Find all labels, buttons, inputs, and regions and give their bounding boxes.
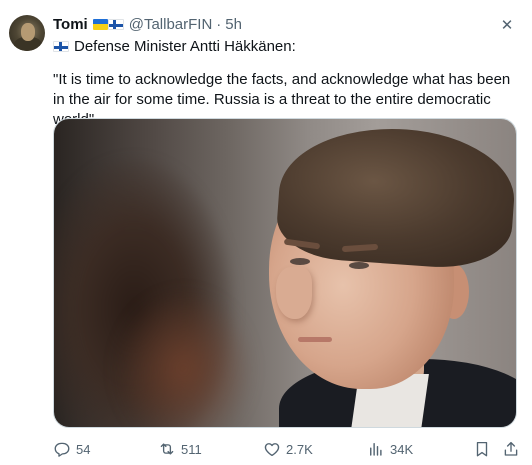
- avatar[interactable]: [9, 15, 45, 51]
- reply-count: 54: [76, 441, 91, 457]
- reply-button[interactable]: 54: [53, 438, 90, 460]
- separator-dot: ·: [216, 15, 222, 33]
- views-bar-chart-icon: [370, 443, 382, 456]
- heart-icon: [264, 443, 280, 457]
- share-button[interactable]: [502, 438, 520, 460]
- photo-nose: [276, 267, 312, 319]
- finland-flag-icon: [53, 40, 69, 52]
- bookmark-icon: [476, 441, 488, 457]
- photo-eye-left: [290, 258, 310, 265]
- author-handle[interactable]: @TallbarFIN: [129, 16, 213, 33]
- repost-button[interactable]: 511: [158, 438, 202, 460]
- views-button[interactable]: 34K: [367, 438, 413, 460]
- finland-flag-icon: [107, 18, 124, 30]
- repost-icon: [160, 443, 174, 455]
- avatar-face-shape: [21, 23, 35, 41]
- author-name[interactable]: Tomi: [53, 16, 88, 33]
- ukraine-flag-icon: [92, 18, 108, 30]
- tweet-text-line1: Defense Minister Antti Häkkänen:: [53, 37, 296, 55]
- views-count: 34K: [390, 441, 414, 457]
- tweet-text-intro: Defense Minister Antti Häkkänen:: [74, 37, 296, 55]
- photo-mouth: [298, 337, 332, 342]
- tweet-header: Tomi @TallbarFIN · 5h: [53, 14, 242, 34]
- bookmark-button[interactable]: [473, 438, 491, 460]
- tweet-actions-bar: 54 511 2.7K 34K: [53, 438, 523, 460]
- like-count: 2.7K: [286, 441, 313, 457]
- repost-count: 511: [181, 441, 202, 457]
- share-icon: [504, 441, 518, 456]
- like-button[interactable]: 2.7K: [263, 438, 313, 460]
- close-icon[interactable]: ✕: [496, 14, 518, 36]
- reply-icon: [54, 442, 70, 457]
- photo-eye-right: [349, 262, 369, 269]
- tweet-timestamp[interactable]: 5h: [225, 16, 242, 33]
- tweet-photo[interactable]: [53, 118, 517, 428]
- tweet[interactable]: Tomi @TallbarFIN · 5h ✕ Defense Minister…: [0, 0, 532, 465]
